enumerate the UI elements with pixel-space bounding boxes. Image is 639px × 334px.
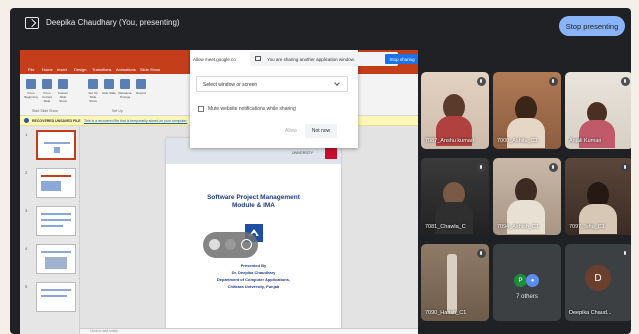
set-up-slide-show-button[interactable]: Set Up Slide Show xyxy=(86,79,100,103)
participant-tile[interactable]: 7097_Ishu_C1 xyxy=(565,158,631,235)
tab-home[interactable]: Home xyxy=(42,67,53,72)
participant-tile[interactable]: 7087_Anshu kumari xyxy=(421,72,489,149)
slide-number: 5 xyxy=(25,284,28,289)
stop-sharing-button[interactable]: Stop sharing xyxy=(385,54,418,64)
ribbon-group-label: Set Up xyxy=(112,109,123,113)
avatar: ● xyxy=(526,274,539,287)
mic-off-icon xyxy=(477,77,486,86)
participant-name: 7081_Chawla_C xyxy=(425,224,466,230)
chevron-down-icon xyxy=(334,80,340,86)
mic-off-icon xyxy=(621,163,630,172)
mic-off-icon xyxy=(549,77,558,86)
message-bar-title: RECOVERED UNSAVED FILE xyxy=(32,119,81,123)
hide-slide-button[interactable]: Hide Slide xyxy=(102,79,116,101)
slideshow-control-overlay xyxy=(203,232,258,258)
mic-off-icon xyxy=(477,249,486,258)
slide-title-line: Module & IMA xyxy=(232,202,275,209)
presented-by-label: Presented By xyxy=(240,263,267,268)
window-select-label: Select window or screen xyxy=(203,82,258,88)
presenter-name: Dr. Deepika Chaudhary xyxy=(231,270,276,275)
notes-pane[interactable]: Click to add notes xyxy=(80,328,418,334)
department-label: Department of Computer Applications, xyxy=(216,277,291,282)
slide-number: 3 xyxy=(25,208,28,213)
rehearse-timings-button[interactable]: Rehearse Timings xyxy=(118,79,132,101)
sharing-warning-text: You are sharing another application wind… xyxy=(267,57,355,62)
slide-title-line: Software Project Management xyxy=(207,194,300,201)
university-label: Chitkara University, Punjab xyxy=(227,284,280,289)
ribbon-group-label: Start Slide Show xyxy=(32,109,58,113)
tab-transitions[interactable]: Transitions xyxy=(92,67,111,72)
participant-name: 7090_Harish_C1 xyxy=(425,310,467,316)
checkbox-icon xyxy=(198,106,204,112)
tab-insert[interactable]: Insert xyxy=(57,67,67,72)
message-bar-text[interactable]: This is a recovered file that is tempora… xyxy=(84,119,187,123)
slide-thumbnail[interactable] xyxy=(36,130,76,160)
mic-off-icon xyxy=(549,163,558,172)
zoom-icon[interactable] xyxy=(241,239,252,250)
logo-subtitle: UNIVERSITY xyxy=(292,151,314,155)
shared-screen: File Home Insert Design Transitions Anim… xyxy=(20,50,418,334)
mic-off-icon xyxy=(477,163,486,172)
mute-notifications-label: Mute website notifications while sharing xyxy=(208,106,296,112)
presenter-label: Deepika Chaudhary (You, presenting) xyxy=(46,18,180,27)
slides-icon[interactable] xyxy=(225,239,236,250)
allow-button[interactable]: Allow xyxy=(282,125,300,137)
slide-number: 2 xyxy=(25,170,28,175)
popup-header: Allow meet.google.co You are sharing ano… xyxy=(190,50,418,70)
participant-tile[interactable]: 7090_Harish_C1 xyxy=(421,244,489,321)
mic-off-icon xyxy=(621,249,630,258)
from-beginning-button[interactable]: From Beginning xyxy=(24,79,38,101)
slide-editor: CHITKARA UNIVERSITY Software Project Man… xyxy=(80,126,418,334)
participant-name: 7094_Ashish_C1 xyxy=(497,224,539,230)
others-count-label: 7 others xyxy=(516,294,538,300)
participant-name: Deepika Chaud... xyxy=(569,310,612,316)
slide-number: 1 xyxy=(25,132,28,137)
stop-presenting-button[interactable]: Stop presenting xyxy=(559,16,625,36)
participant-name: Anjali Kumari xyxy=(569,138,602,144)
presenter-block: Presented By Dr. Deepika Chaudhary Depar… xyxy=(166,262,341,290)
slide-thumbnail[interactable] xyxy=(36,244,76,274)
tab-design[interactable]: Design xyxy=(74,67,86,72)
tab-slide-show[interactable]: Slide Show xyxy=(140,67,160,72)
meet-window: Deepika Chaudhary (You, presenting) Stop… xyxy=(10,8,631,334)
not-now-button[interactable]: Not now xyxy=(305,124,337,138)
pen-icon[interactable] xyxy=(209,239,220,250)
window-icon xyxy=(255,56,261,61)
record-button[interactable]: Record xyxy=(134,79,148,101)
slide-number: 4 xyxy=(25,246,28,251)
participant-name: 7000_Ashita_C1 xyxy=(497,138,538,144)
avatar: D xyxy=(585,265,611,291)
slide-thumbnail[interactable] xyxy=(36,206,76,236)
tab-animations[interactable]: Animations xyxy=(116,67,136,72)
participant-name: 7097_Ishu_C1 xyxy=(569,224,605,230)
participant-name: 7087_Anshu kumari xyxy=(425,138,474,144)
presenting-bar: Deepika Chaudhary (You, presenting) Stop… xyxy=(10,8,631,44)
participant-tile[interactable]: 7000_Ashita_C1 xyxy=(493,72,561,149)
participant-tile[interactable]: 7081_Chawla_C xyxy=(421,158,489,235)
custom-slide-show-button[interactable]: Custom Slide Show xyxy=(56,79,70,103)
tab-file[interactable]: File xyxy=(28,67,34,72)
participant-tile[interactable]: Anjali Kumari xyxy=(565,72,631,149)
slide-title: Software Project Management Module & IMA xyxy=(166,194,341,210)
slide-thumbnail[interactable] xyxy=(36,168,76,198)
present-screen-icon xyxy=(25,17,39,29)
slide-thumbnails-pane: 1 2 3 4 5 xyxy=(20,126,80,334)
from-current-slide-button[interactable]: From Current Slide xyxy=(40,79,54,103)
self-tile[interactable]: D Deepika Chaud... xyxy=(565,244,631,321)
window-select-dropdown[interactable]: Select window or screen xyxy=(196,76,348,92)
slide-thumbnail[interactable] xyxy=(36,282,76,312)
participant-tile[interactable]: 7094_Ashish_C1 xyxy=(493,158,561,235)
mic-off-icon xyxy=(621,77,630,86)
others-tile[interactable]: P ● 7 others xyxy=(493,244,561,321)
share-permission-popup: Allow meet.google.co You are sharing ano… xyxy=(190,50,418,148)
info-icon xyxy=(24,118,29,123)
popup-site-label: Allow meet.google.co xyxy=(193,57,236,62)
sharing-warning: You are sharing another application wind… xyxy=(250,52,418,66)
